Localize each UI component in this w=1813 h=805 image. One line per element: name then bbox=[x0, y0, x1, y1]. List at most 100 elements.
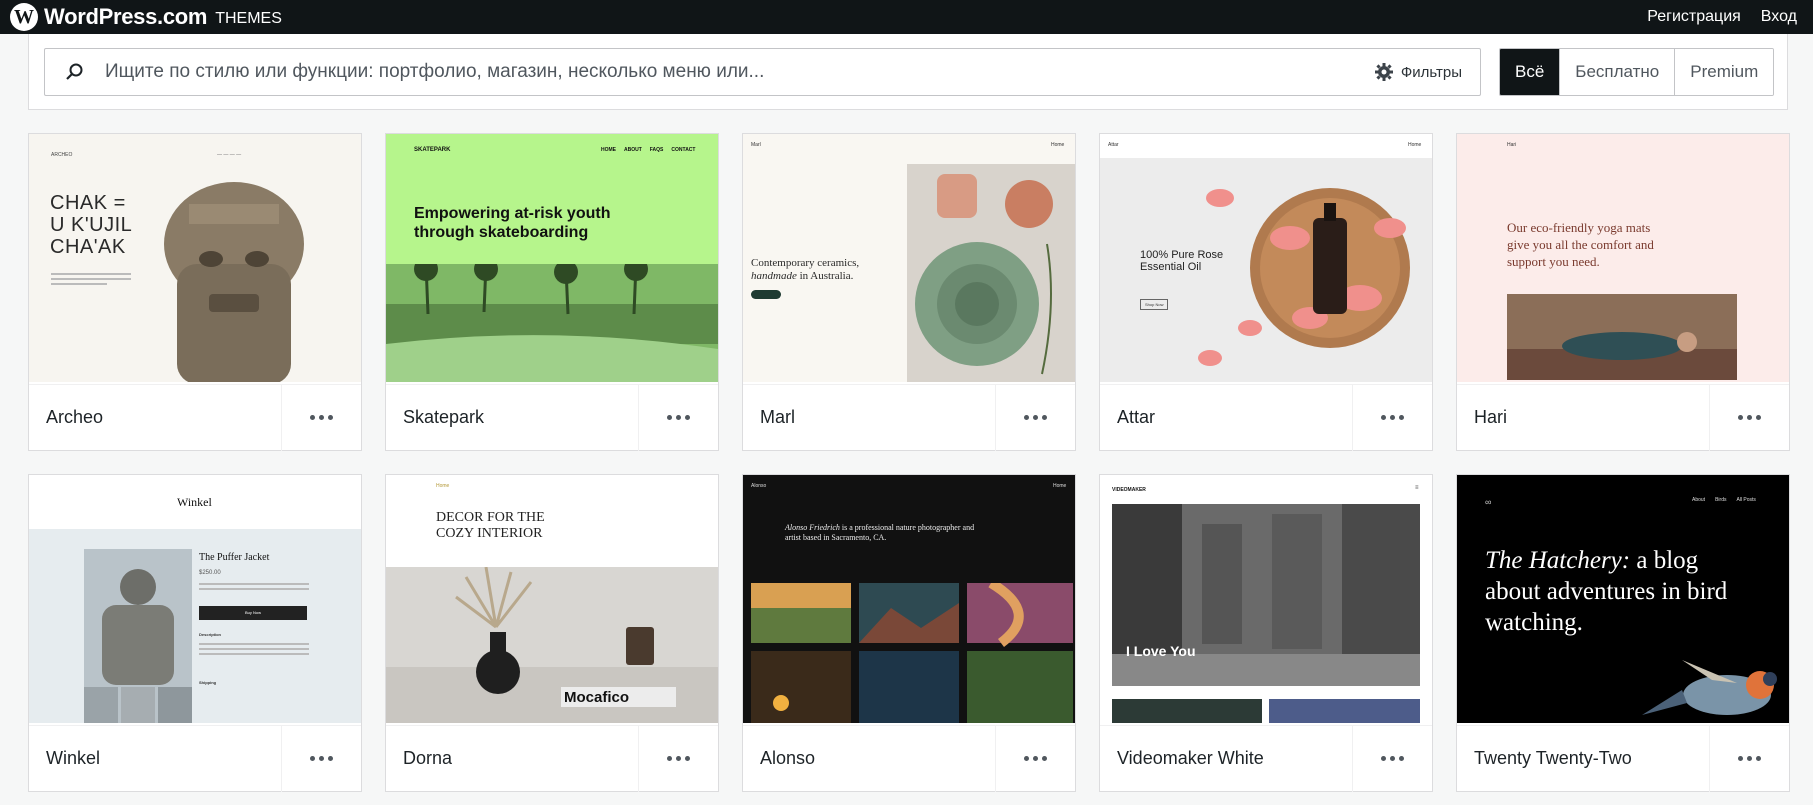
theme-card-hari[interactable]: Hari Our eco-friendly yoga mats give you… bbox=[1456, 133, 1790, 451]
preview-button: Buy Now bbox=[199, 606, 307, 620]
theme-preview[interactable]: VIDEOMAKER ≡ I Love You bbox=[1100, 475, 1432, 723]
more-options-button[interactable] bbox=[1352, 384, 1432, 451]
theme-name[interactable]: Marl bbox=[743, 407, 995, 428]
theme-preview[interactable]: Home DECOR FOR THE COZY INTERIOR Mocafico bbox=[386, 475, 718, 723]
ceramics-photo bbox=[907, 164, 1075, 382]
preview-headline: Alonso Friedrich is a professional natur… bbox=[785, 523, 975, 542]
preview-price: $250.00 bbox=[199, 570, 221, 576]
preview-nav: HOME ABOUT FAQS CONTACT bbox=[601, 147, 696, 153]
theme-name[interactable]: Skatepark bbox=[386, 407, 638, 428]
theme-name[interactable]: Twenty Twenty-Two bbox=[1457, 748, 1709, 769]
preview-nav: Home bbox=[1408, 142, 1422, 148]
preview-nav: Home bbox=[1051, 142, 1065, 148]
theme-name[interactable]: Alonso bbox=[743, 748, 995, 769]
menu-icon: ≡ bbox=[1415, 485, 1419, 491]
preview-desc-heading: Description bbox=[199, 632, 222, 637]
gear-icon bbox=[1374, 63, 1393, 81]
preview-logo: SKATEPARK bbox=[414, 147, 451, 153]
preview-logo: Attar bbox=[1108, 142, 1119, 148]
search-placeholder[interactable]: Ищите по стилю или функции: портфолио, м… bbox=[105, 61, 1374, 83]
preview-headline: Empowering at-risk youth through skatebo… bbox=[414, 205, 611, 241]
more-options-button[interactable] bbox=[1709, 725, 1789, 792]
more-options-button[interactable] bbox=[281, 384, 361, 451]
more-options-button[interactable] bbox=[281, 725, 361, 792]
preview-headline: The Hatchery: a blog about adventures in… bbox=[1485, 547, 1728, 636]
preview-nav: About Birds All Posts bbox=[1692, 497, 1756, 503]
jacket-photo bbox=[84, 549, 192, 723]
preview-logo: Winkel bbox=[177, 495, 212, 509]
theme-preview[interactable]: Marl Home Contemporary ceramics, handmade… bbox=[743, 134, 1075, 382]
skatepark-photo bbox=[386, 264, 718, 382]
login-link[interactable]: Вход bbox=[1761, 8, 1797, 26]
preview-headline: 100% Pure Rose Essential Oil bbox=[1140, 249, 1224, 273]
section-label[interactable]: THEMES bbox=[215, 10, 282, 28]
wordpress-logo-icon[interactable]: W bbox=[10, 3, 38, 31]
preview-logo: Hari bbox=[1507, 142, 1517, 148]
top-bar: W WordPress.com THEMES Регистрация Вход bbox=[0, 0, 1813, 34]
more-options-button[interactable] bbox=[995, 725, 1075, 792]
preview-button bbox=[751, 290, 781, 299]
more-options-button[interactable] bbox=[638, 384, 718, 451]
theme-name[interactable]: Dorna bbox=[386, 748, 638, 769]
theme-card-dorna[interactable]: Home DECOR FOR THE COZY INTERIOR Mocafico… bbox=[385, 474, 719, 792]
preview-ship-heading: Shipping bbox=[199, 680, 217, 685]
theme-card-attar[interactable]: Attar Home 100% Pure Rose Essential Oil … bbox=[1099, 133, 1433, 451]
theme-card-skatepark[interactable]: SKATEPARK HOME ABOUT FAQS CONTACT Empowerin… bbox=[385, 133, 719, 451]
preview-body-lines bbox=[51, 270, 131, 288]
theme-card-winkel[interactable]: Winkel The Puffer Jacket $250.00 Buy Now… bbox=[28, 474, 362, 792]
photo-gallery bbox=[751, 583, 1073, 723]
theme-card-videomaker-white[interactable]: VIDEOMAKER ≡ I Love You Videomaker White bbox=[1099, 474, 1433, 792]
more-options-button[interactable] bbox=[638, 725, 718, 792]
theme-card-twenty-twenty-two[interactable]: ∞ About Birds All Posts The Hatchery: a bl… bbox=[1456, 474, 1790, 792]
theme-preview[interactable]: ∞ About Birds All Posts The Hatchery: a bl… bbox=[1457, 475, 1789, 723]
theme-preview[interactable]: Attar Home 100% Pure Rose Essential Oil … bbox=[1100, 134, 1432, 382]
more-options-button[interactable] bbox=[1709, 384, 1789, 451]
preview-logo: Marl bbox=[751, 142, 761, 148]
preview-logo: Alonso bbox=[751, 483, 767, 489]
theme-card-marl[interactable]: Marl Home Contemporary ceramics, handmade… bbox=[742, 133, 1076, 451]
theme-preview[interactable]: Winkel The Puffer Jacket $250.00 Buy Now… bbox=[29, 475, 361, 723]
preview-nav: Home bbox=[436, 483, 450, 489]
yoga-photo bbox=[1507, 294, 1737, 380]
preview-title: CHAK = U K'UJIL CHA'AK bbox=[50, 192, 133, 258]
theme-preview[interactable]: Alonso Home Alonso Friedrich is a profes… bbox=[743, 475, 1075, 723]
search-icon bbox=[45, 62, 105, 82]
preview-hero bbox=[29, 529, 361, 723]
preview-logo: ARCHEO bbox=[51, 152, 73, 158]
more-options-button[interactable] bbox=[995, 384, 1075, 451]
filters-label: Фильтры bbox=[1400, 63, 1462, 81]
theme-card-archeo[interactable]: ARCHEO — — — — CHAK = U K'UJIL CHA'AK Ar… bbox=[28, 133, 362, 451]
preview-button: Shop Now bbox=[1140, 299, 1169, 310]
preview-product: The Puffer Jacket bbox=[199, 552, 270, 563]
preview-nav: — — — — bbox=[217, 152, 242, 158]
theme-preview[interactable]: SKATEPARK HOME ABOUT FAQS CONTACT Empowerin… bbox=[386, 134, 718, 382]
preview-headline: Our eco-friendly yoga mats give you all … bbox=[1507, 220, 1654, 269]
decor-photo bbox=[386, 567, 718, 723]
filter-free[interactable]: Бесплатно bbox=[1559, 49, 1675, 95]
preview-headline: I Love You bbox=[1126, 643, 1196, 659]
search-input[interactable]: Ищите по стилю или функции: портфолио, м… bbox=[44, 48, 1481, 96]
signup-link[interactable]: Регистрация bbox=[1647, 8, 1741, 26]
theme-card-alonso[interactable]: Alonso Home Alonso Friedrich is a profes… bbox=[742, 474, 1076, 792]
preview-headline: DECOR FOR THE COZY INTERIOR bbox=[436, 510, 545, 541]
preview-logo: VIDEOMAKER bbox=[1112, 487, 1146, 493]
theme-name[interactable]: Videomaker White bbox=[1100, 748, 1352, 769]
theme-preview[interactable]: ARCHEO — — — — CHAK = U K'UJIL CHA'AK bbox=[29, 134, 361, 382]
theme-name[interactable]: Hari bbox=[1457, 407, 1709, 428]
theme-name[interactable]: Archeo bbox=[29, 407, 281, 428]
filters-button[interactable]: Фильтры bbox=[1374, 62, 1480, 82]
theme-name[interactable]: Winkel bbox=[29, 748, 281, 769]
statue-image bbox=[164, 182, 304, 382]
filter-premium[interactable]: Premium bbox=[1674, 49, 1774, 95]
preview-nav: Home bbox=[1053, 483, 1067, 489]
bird-illustration bbox=[1642, 660, 1777, 715]
more-options-button[interactable] bbox=[1352, 725, 1432, 792]
theme-preview[interactable]: Hari Our eco-friendly yoga mats give you… bbox=[1457, 134, 1789, 382]
theme-name[interactable]: Attar bbox=[1100, 407, 1352, 428]
preview-headline: Contemporary ceramics, handmade in Austra… bbox=[751, 257, 860, 282]
binoculars-icon: ∞ bbox=[1485, 497, 1492, 507]
search-bar-container: Ищите по стилю или функции: портфолио, м… bbox=[28, 34, 1788, 110]
brand-name[interactable]: WordPress.com bbox=[44, 4, 208, 30]
preview-book-title: Mocafico bbox=[564, 689, 630, 706]
filter-all[interactable]: Всё bbox=[1500, 49, 1560, 95]
